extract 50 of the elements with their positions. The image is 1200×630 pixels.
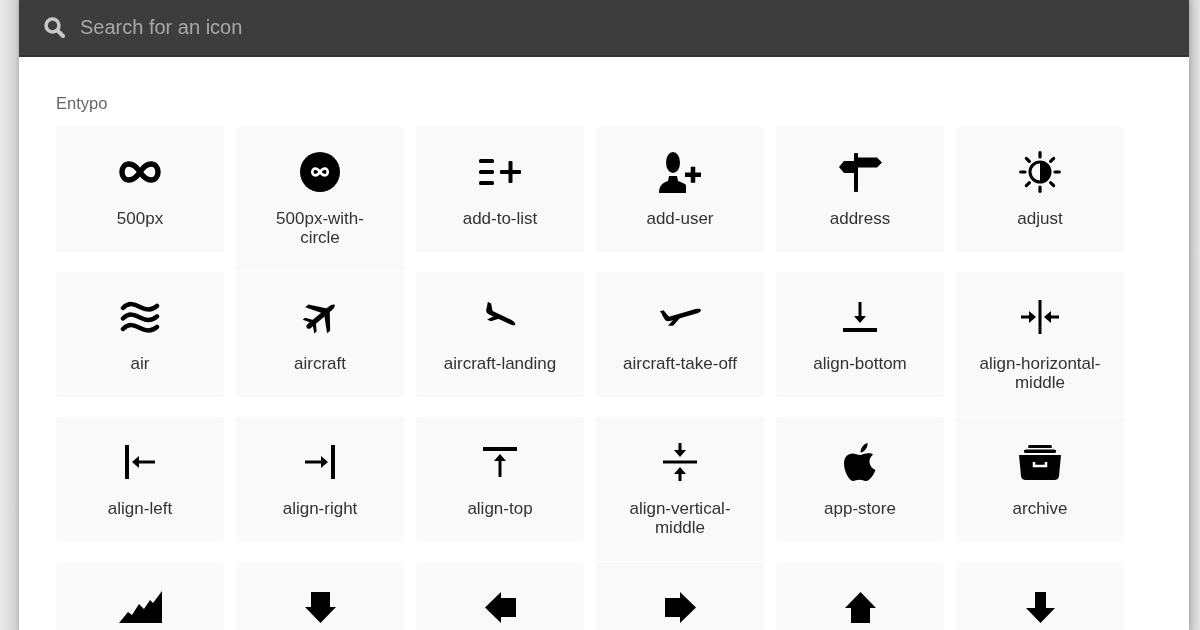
icon-card[interactable] [956,562,1124,630]
apple-icon [844,443,876,481]
icon-card[interactable]: 500px-with-circle [236,127,404,271]
user-plus-icon [659,151,701,193]
icon-card[interactable] [56,562,224,630]
icon-card[interactable]: aircraft-take-off [596,272,764,397]
arrow-down-icon [304,591,336,623]
icon-card[interactable] [596,562,764,630]
icon-card[interactable]: aircraft-landing [416,272,584,397]
icon-card[interactable]: align-top [416,417,584,542]
icon-card[interactable]: 500px [56,127,224,252]
icon-card[interactable]: adjust [956,127,1124,252]
list-plus-icon [479,159,521,185]
file-drawer-icon [1019,444,1061,480]
arrow-to-bottom-line-icon [843,302,877,332]
half-sun-icon [1019,151,1061,193]
arrow-down-icon [1025,591,1055,623]
area-chart-icon [118,591,162,623]
icon-card[interactable]: align-bottom [776,272,944,397]
search-icon [44,17,65,38]
icon-card[interactable] [236,562,404,630]
icon-card[interactable]: align-horizontal-middle [956,272,1124,416]
icon-card[interactable] [776,562,944,630]
icon-card[interactable]: align-vertical-middle [596,417,764,561]
icon-card[interactable]: add-user [596,127,764,252]
icon-card[interactable]: align-right [236,417,404,542]
waves-icon [120,301,160,333]
search-bar[interactable]: Search for an icon [19,0,1189,57]
arrows-to-vertical-line-icon [1021,300,1059,334]
icon-card[interactable]: address [776,127,944,252]
arrow-right-icon [664,591,696,623]
arrow-up-icon [844,591,876,623]
icon-card[interactable]: air [56,272,224,397]
icon-card[interactable] [416,562,584,630]
arrow-left-icon [484,591,516,623]
icon-card[interactable]: app-store [776,417,944,542]
icon-card[interactable]: aircraft [236,272,404,397]
infinity-icon [119,160,161,184]
arrow-to-top-line-icon [483,447,517,477]
search-field[interactable]: Search for an icon [80,12,1189,43]
signpost-icon [838,152,882,192]
arrow-to-right-line-icon [305,445,335,479]
arrow-to-left-line-icon [125,445,155,479]
icon-card[interactable]: align-left [56,417,224,542]
icon-card[interactable]: archive [956,417,1124,542]
section-title: Entypo [56,94,109,113]
circled-infinity-icon [300,152,340,192]
ascending-plane-icon [659,308,701,326]
icon-card[interactable]: add-to-list [416,127,584,252]
arrows-to-horizontal-line-icon [663,443,697,481]
